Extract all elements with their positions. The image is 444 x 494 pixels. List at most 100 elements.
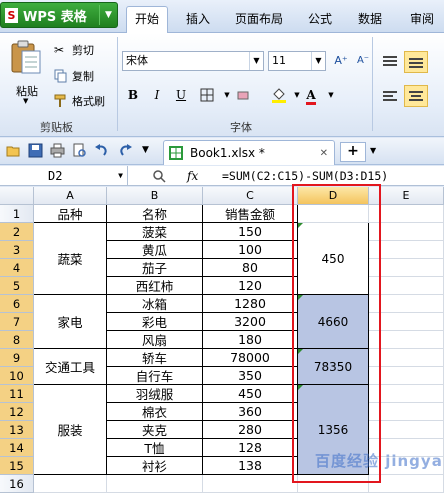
- subtotal-cell[interactable]: 450: [298, 223, 369, 295]
- amount-cell[interactable]: 128: [203, 439, 298, 457]
- product-name-cell[interactable]: 菠菜: [107, 223, 203, 241]
- shrink-font-button[interactable]: A⁻: [352, 51, 374, 71]
- amount-cell[interactable]: 360: [203, 403, 298, 421]
- save-icon[interactable]: [28, 143, 43, 158]
- table-cell[interactable]: [369, 295, 444, 313]
- copy-button[interactable]: 复制: [54, 67, 94, 85]
- table-cell[interactable]: [369, 277, 444, 295]
- italic-button[interactable]: I: [146, 85, 168, 105]
- amount-cell[interactable]: 3200: [203, 313, 298, 331]
- format-painter-button[interactable]: 格式刷: [54, 92, 105, 110]
- row-header-16[interactable]: 16: [0, 475, 34, 493]
- column-header-d[interactable]: D: [298, 187, 369, 205]
- table-cell[interactable]: [369, 439, 444, 457]
- row-header-9[interactable]: 9: [0, 349, 34, 367]
- amount-cell[interactable]: 138: [203, 457, 298, 475]
- row-header-8[interactable]: 8: [0, 331, 34, 349]
- table-header-cell[interactable]: 名称: [107, 205, 203, 223]
- row-header-15[interactable]: 15: [0, 457, 34, 475]
- category-cell[interactable]: 蔬菜: [34, 223, 107, 295]
- tab-insert[interactable]: 插入: [180, 7, 216, 31]
- tab-review[interactable]: 审阅: [404, 7, 440, 31]
- insert-function-button[interactable]: fx: [187, 166, 198, 186]
- category-cell[interactable]: 服装: [34, 385, 107, 475]
- table-cell[interactable]: [369, 241, 444, 259]
- product-name-cell[interactable]: 衬衫: [107, 457, 203, 475]
- product-name-cell[interactable]: 夹克: [107, 421, 203, 439]
- tab-data[interactable]: 数据: [352, 7, 388, 31]
- column-header-e[interactable]: E: [369, 187, 444, 205]
- zoom-icon[interactable]: [152, 169, 166, 183]
- subtotal-cell[interactable]: 1356: [298, 385, 369, 475]
- close-icon[interactable]: ✕: [320, 148, 328, 159]
- table-cell[interactable]: [369, 349, 444, 367]
- amount-cell[interactable]: 78000: [203, 349, 298, 367]
- align-left-button[interactable]: [378, 85, 402, 107]
- amount-cell[interactable]: 100: [203, 241, 298, 259]
- product-name-cell[interactable]: 轿车: [107, 349, 203, 367]
- table-cell[interactable]: [298, 205, 369, 223]
- table-cell[interactable]: [34, 475, 107, 493]
- tab-home[interactable]: 开始: [126, 6, 168, 34]
- table-cell[interactable]: [369, 403, 444, 421]
- font-color-button[interactable]: A: [300, 85, 322, 105]
- table-cell[interactable]: [369, 223, 444, 241]
- product-name-cell[interactable]: 自行车: [107, 367, 203, 385]
- column-header-b[interactable]: B: [107, 187, 203, 205]
- undo-icon[interactable]: [94, 143, 109, 158]
- new-tab-button[interactable]: +: [340, 142, 366, 162]
- cut-button[interactable]: ✂ 剪切: [54, 41, 94, 59]
- font-name-select[interactable]: 宋体 ▼: [122, 51, 264, 71]
- product-name-cell[interactable]: 冰箱: [107, 295, 203, 313]
- align-middle-button[interactable]: [404, 51, 428, 73]
- product-name-cell[interactable]: 羽绒服: [107, 385, 203, 403]
- align-top-button[interactable]: [378, 51, 402, 73]
- table-cell[interactable]: [369, 385, 444, 403]
- row-header-3[interactable]: 3: [0, 241, 34, 259]
- row-header-7[interactable]: 7: [0, 313, 34, 331]
- row-header-6[interactable]: 6: [0, 295, 34, 313]
- clear-format-button[interactable]: [232, 85, 254, 105]
- product-name-cell[interactable]: 西红柿: [107, 277, 203, 295]
- table-cell[interactable]: [107, 475, 203, 493]
- chevron-down-icon[interactable]: ▼: [142, 143, 157, 158]
- amount-cell[interactable]: 450: [203, 385, 298, 403]
- tab-formulas[interactable]: 公式: [302, 7, 338, 31]
- tab-page-layout[interactable]: 页面布局: [226, 7, 292, 31]
- table-cell[interactable]: [369, 367, 444, 385]
- subtotal-cell[interactable]: 4660: [298, 295, 369, 349]
- chevron-down-icon[interactable]: ▼: [320, 85, 342, 105]
- row-header-4[interactable]: 4: [0, 259, 34, 277]
- table-cell[interactable]: [369, 205, 444, 223]
- category-cell[interactable]: 家电: [34, 295, 107, 349]
- table-cell[interactable]: [369, 313, 444, 331]
- table-cell[interactable]: [369, 421, 444, 439]
- redo-icon[interactable]: [118, 143, 133, 158]
- font-size-select[interactable]: 11 ▼: [268, 51, 326, 71]
- row-header-10[interactable]: 10: [0, 367, 34, 385]
- product-name-cell[interactable]: 棉衣: [107, 403, 203, 421]
- product-name-cell[interactable]: 茄子: [107, 259, 203, 277]
- table-cell[interactable]: [369, 259, 444, 277]
- product-name-cell[interactable]: T恤: [107, 439, 203, 457]
- amount-cell[interactable]: 80: [203, 259, 298, 277]
- name-box[interactable]: D2 ▼: [0, 166, 128, 186]
- document-tab[interactable]: Book1.xlsx * ✕: [163, 140, 335, 165]
- row-header-12[interactable]: 12: [0, 403, 34, 421]
- row-header-11[interactable]: 11: [0, 385, 34, 403]
- subtotal-cell[interactable]: 78350: [298, 349, 369, 385]
- row-header-13[interactable]: 13: [0, 421, 34, 439]
- amount-cell[interactable]: 120: [203, 277, 298, 295]
- table-cell[interactable]: [369, 457, 444, 475]
- amount-cell[interactable]: 180: [203, 331, 298, 349]
- amount-cell[interactable]: 1280: [203, 295, 298, 313]
- bold-button[interactable]: B: [122, 85, 144, 105]
- select-all-corner[interactable]: [0, 187, 34, 205]
- product-name-cell[interactable]: 黄瓜: [107, 241, 203, 259]
- table-header-cell[interactable]: 品种: [34, 205, 107, 223]
- chevron-down-icon[interactable]: ▼: [370, 146, 376, 155]
- row-header-14[interactable]: 14: [0, 439, 34, 457]
- table-cell[interactable]: [369, 331, 444, 349]
- row-header-1[interactable]: 1: [0, 205, 34, 223]
- paste-button[interactable]: 粘贴 ▼: [6, 39, 46, 109]
